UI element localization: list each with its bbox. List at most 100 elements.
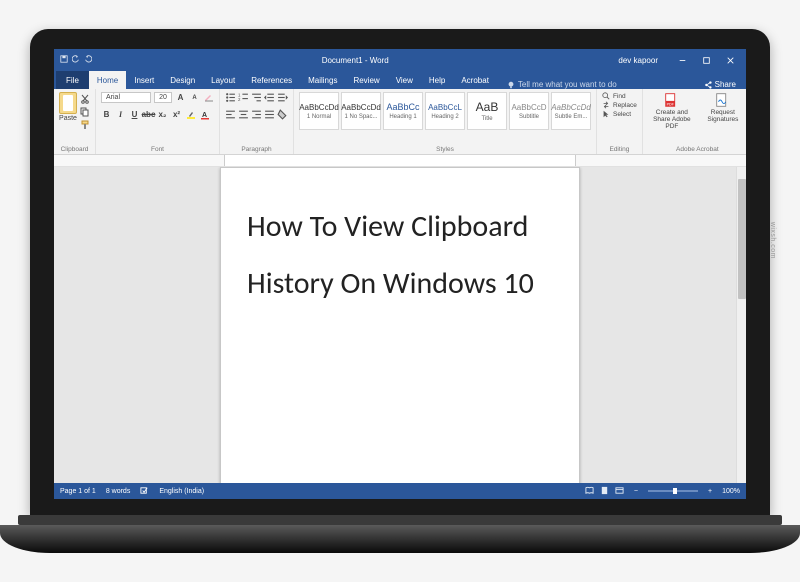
replace-button[interactable]: Replace: [602, 101, 637, 109]
group-adobe-label: Adobe Acrobat: [648, 145, 746, 153]
vertical-scrollbar[interactable]: [736, 167, 746, 483]
increase-font-button[interactable]: A: [175, 92, 186, 103]
tab-view[interactable]: View: [388, 71, 421, 89]
shading-button[interactable]: [277, 109, 288, 120]
cut-button[interactable]: [80, 94, 90, 104]
style-normal[interactable]: AaBbCcDd1 Normal: [299, 92, 339, 130]
pdf-icon: PDF: [663, 92, 681, 108]
tab-references[interactable]: References: [243, 71, 300, 89]
minimize-button[interactable]: [670, 49, 694, 71]
tab-mailings[interactable]: Mailings: [300, 71, 345, 89]
tab-help[interactable]: Help: [421, 71, 453, 89]
create-pdf-button[interactable]: PDF Create and Share Adobe PDF: [648, 92, 696, 130]
numbered-list-button[interactable]: 12: [238, 92, 249, 103]
font-color-button[interactable]: A: [199, 109, 210, 120]
group-font-label: Font: [101, 145, 214, 153]
maximize-button[interactable]: [694, 49, 718, 71]
ribbon-tabs: File Home Insert Design Layout Reference…: [54, 71, 746, 89]
read-mode-button[interactable]: [585, 486, 594, 497]
undo-icon[interactable]: [72, 55, 80, 65]
svg-text:PDF: PDF: [666, 102, 674, 106]
share-button[interactable]: Share: [694, 80, 746, 89]
share-label: Share: [715, 80, 736, 89]
laptop-base: [0, 525, 800, 553]
group-editing-label: Editing: [602, 145, 637, 153]
tab-acrobat[interactable]: Acrobat: [453, 71, 497, 89]
find-button[interactable]: Find: [602, 92, 637, 100]
ruler-active: [224, 155, 576, 166]
bold-button[interactable]: B: [101, 109, 112, 120]
share-icon: [704, 81, 712, 89]
align-right-button[interactable]: [251, 109, 262, 120]
print-layout-button[interactable]: [600, 486, 609, 497]
tab-design[interactable]: Design: [162, 71, 203, 89]
style-subtle-em[interactable]: AaBbCcDdSubtle Em...: [551, 92, 591, 130]
decrease-indent-button[interactable]: [264, 92, 275, 103]
zoom-level[interactable]: 100%: [722, 488, 740, 495]
strikethrough-button[interactable]: abc: [143, 109, 154, 120]
style-heading1[interactable]: AaBbCcHeading 1: [383, 92, 423, 130]
watermark: wixsh.com: [769, 222, 776, 259]
decrease-font-button[interactable]: A: [189, 92, 200, 103]
group-editing: Find Replace Select Editing: [597, 89, 643, 154]
redo-icon[interactable]: [84, 55, 92, 65]
select-button[interactable]: Select: [602, 110, 637, 118]
svg-text:2: 2: [238, 97, 241, 102]
group-font: Arial 20 A A B I U abc x₂ x²: [96, 89, 220, 154]
zoom-slider[interactable]: [648, 490, 698, 492]
scroll-thumb[interactable]: [738, 179, 746, 299]
subscript-button[interactable]: x₂: [157, 109, 168, 120]
document-page[interactable]: How To View Clipboard History On Windows…: [220, 167, 580, 483]
window-title: Document1 - Word: [92, 56, 618, 65]
superscript-button[interactable]: x²: [171, 109, 182, 120]
svg-text:A: A: [202, 112, 207, 119]
style-heading2[interactable]: AaBbCcLHeading 2: [425, 92, 465, 130]
word-count[interactable]: 8 words: [106, 488, 131, 495]
document-body-text[interactable]: How To View Clipboard History On Windows…: [247, 198, 553, 312]
web-layout-button[interactable]: [615, 486, 624, 497]
style-nospacing[interactable]: AaBbCcDd1 No Spac...: [341, 92, 381, 130]
style-subtitle[interactable]: AaBbCcDSubtitle: [509, 92, 549, 130]
italic-button[interactable]: I: [115, 109, 126, 120]
tab-home[interactable]: Home: [89, 71, 126, 89]
format-painter-button[interactable]: [80, 120, 90, 130]
lightbulb-icon: [507, 81, 515, 89]
close-button[interactable]: [718, 49, 742, 71]
multilevel-list-button[interactable]: [251, 92, 262, 103]
word-window: Document1 - Word dev kapoor File Home In…: [54, 49, 746, 499]
tab-review[interactable]: Review: [345, 71, 387, 89]
tab-layout[interactable]: Layout: [203, 71, 243, 89]
font-name-select[interactable]: Arial: [101, 92, 151, 103]
page-count[interactable]: Page 1 of 1: [60, 488, 96, 495]
clipboard-icon: [59, 92, 77, 114]
ruler[interactable]: [54, 155, 746, 167]
increase-indent-button[interactable]: [277, 92, 288, 103]
clear-format-button[interactable]: [203, 92, 214, 103]
paste-button[interactable]: Paste: [59, 92, 77, 122]
paste-label: Paste: [59, 115, 77, 122]
justify-button[interactable]: [264, 109, 275, 120]
bullet-list-button[interactable]: [225, 92, 236, 103]
group-styles: AaBbCcDd1 Normal AaBbCcDd1 No Spac... Aa…: [294, 89, 597, 154]
zoom-out-button[interactable]: −: [634, 488, 638, 495]
tell-me-box[interactable]: Tell me what you want to do: [507, 80, 617, 89]
style-title[interactable]: AaBTitle: [467, 92, 507, 130]
underline-button[interactable]: U: [129, 109, 140, 120]
tell-me-label: Tell me what you want to do: [518, 80, 617, 89]
copy-button[interactable]: [80, 107, 90, 117]
styles-gallery[interactable]: AaBbCcDd1 Normal AaBbCcDd1 No Spac... Aa…: [299, 92, 591, 130]
cursor-icon: [602, 110, 610, 118]
tab-file[interactable]: File: [56, 71, 89, 89]
font-size-select[interactable]: 20: [154, 92, 172, 103]
autosave-icon[interactable]: [60, 55, 68, 65]
request-signatures-button[interactable]: Request Signatures: [699, 92, 746, 123]
user-name[interactable]: dev kapoor: [618, 56, 658, 65]
spellcheck-icon[interactable]: [140, 486, 149, 497]
tab-insert[interactable]: Insert: [126, 71, 162, 89]
zoom-in-button[interactable]: +: [708, 488, 712, 495]
align-left-button[interactable]: [225, 109, 236, 120]
language-status[interactable]: English (India): [159, 488, 204, 495]
group-paragraph: 12 Paragraph: [220, 89, 294, 154]
align-center-button[interactable]: [238, 109, 249, 120]
text-highlight-button[interactable]: [185, 109, 196, 120]
